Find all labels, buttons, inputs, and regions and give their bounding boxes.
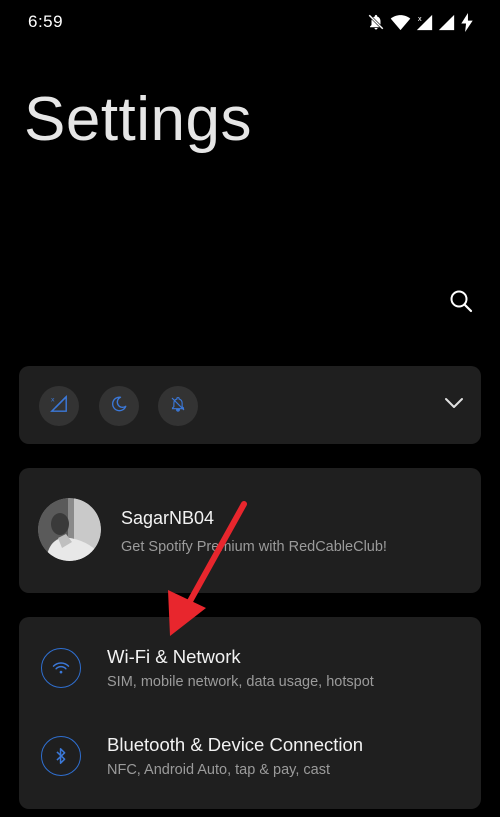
battery-charging-icon bbox=[460, 12, 474, 32]
chevron-down-icon bbox=[444, 396, 464, 414]
do-not-disturb-icon bbox=[169, 395, 187, 418]
signal-icon: x bbox=[416, 14, 433, 31]
do-not-disturb-toggle[interactable] bbox=[158, 386, 198, 426]
settings-item-bluetooth[interactable]: Bluetooth & Device Connection NFC, Andro… bbox=[19, 705, 481, 795]
status-time: 6:59 bbox=[28, 12, 64, 31]
expand-quick-settings-button[interactable] bbox=[441, 392, 467, 418]
account-card[interactable]: SagarNB04 Get Spotify Premium with RedCa… bbox=[19, 468, 481, 593]
settings-item-subtitle: SIM, mobile network, data usage, hotspot bbox=[107, 674, 374, 690]
settings-item-title: Bluetooth & Device Connection bbox=[107, 734, 364, 755]
account-name: SagarNB04 bbox=[121, 508, 215, 528]
svg-text:x: x bbox=[51, 396, 55, 403]
avatar bbox=[38, 498, 101, 561]
bluetooth-icon bbox=[41, 736, 81, 776]
search-button[interactable] bbox=[446, 288, 476, 318]
night-mode-toggle[interactable] bbox=[99, 386, 139, 426]
mobile-data-off-icon: x bbox=[50, 394, 68, 418]
settings-item-wifi-network[interactable]: Wi-Fi & Network SIM, mobile network, dat… bbox=[19, 617, 481, 707]
night-mode-icon bbox=[110, 395, 128, 418]
mobile-data-toggle[interactable]: x bbox=[39, 386, 79, 426]
status-icons: x bbox=[367, 11, 474, 33]
svg-text:x: x bbox=[418, 14, 422, 22]
page-title: Settings bbox=[24, 85, 253, 154]
search-icon bbox=[449, 289, 473, 318]
settings-list-card: Wi-Fi & Network SIM, mobile network, dat… bbox=[19, 617, 481, 809]
account-promo: Get Spotify Premium with RedCableClub! bbox=[121, 539, 387, 555]
notifications-off-icon bbox=[367, 13, 385, 31]
wifi-icon bbox=[390, 14, 411, 31]
signal-icon bbox=[438, 14, 455, 31]
wifi-icon bbox=[41, 648, 81, 688]
settings-item-subtitle: NFC, Android Auto, tap & pay, cast bbox=[107, 762, 330, 778]
quick-settings-card: x bbox=[19, 366, 481, 444]
status-bar: 6:59 x bbox=[0, 0, 500, 44]
settings-item-title: Wi-Fi & Network bbox=[107, 646, 241, 667]
